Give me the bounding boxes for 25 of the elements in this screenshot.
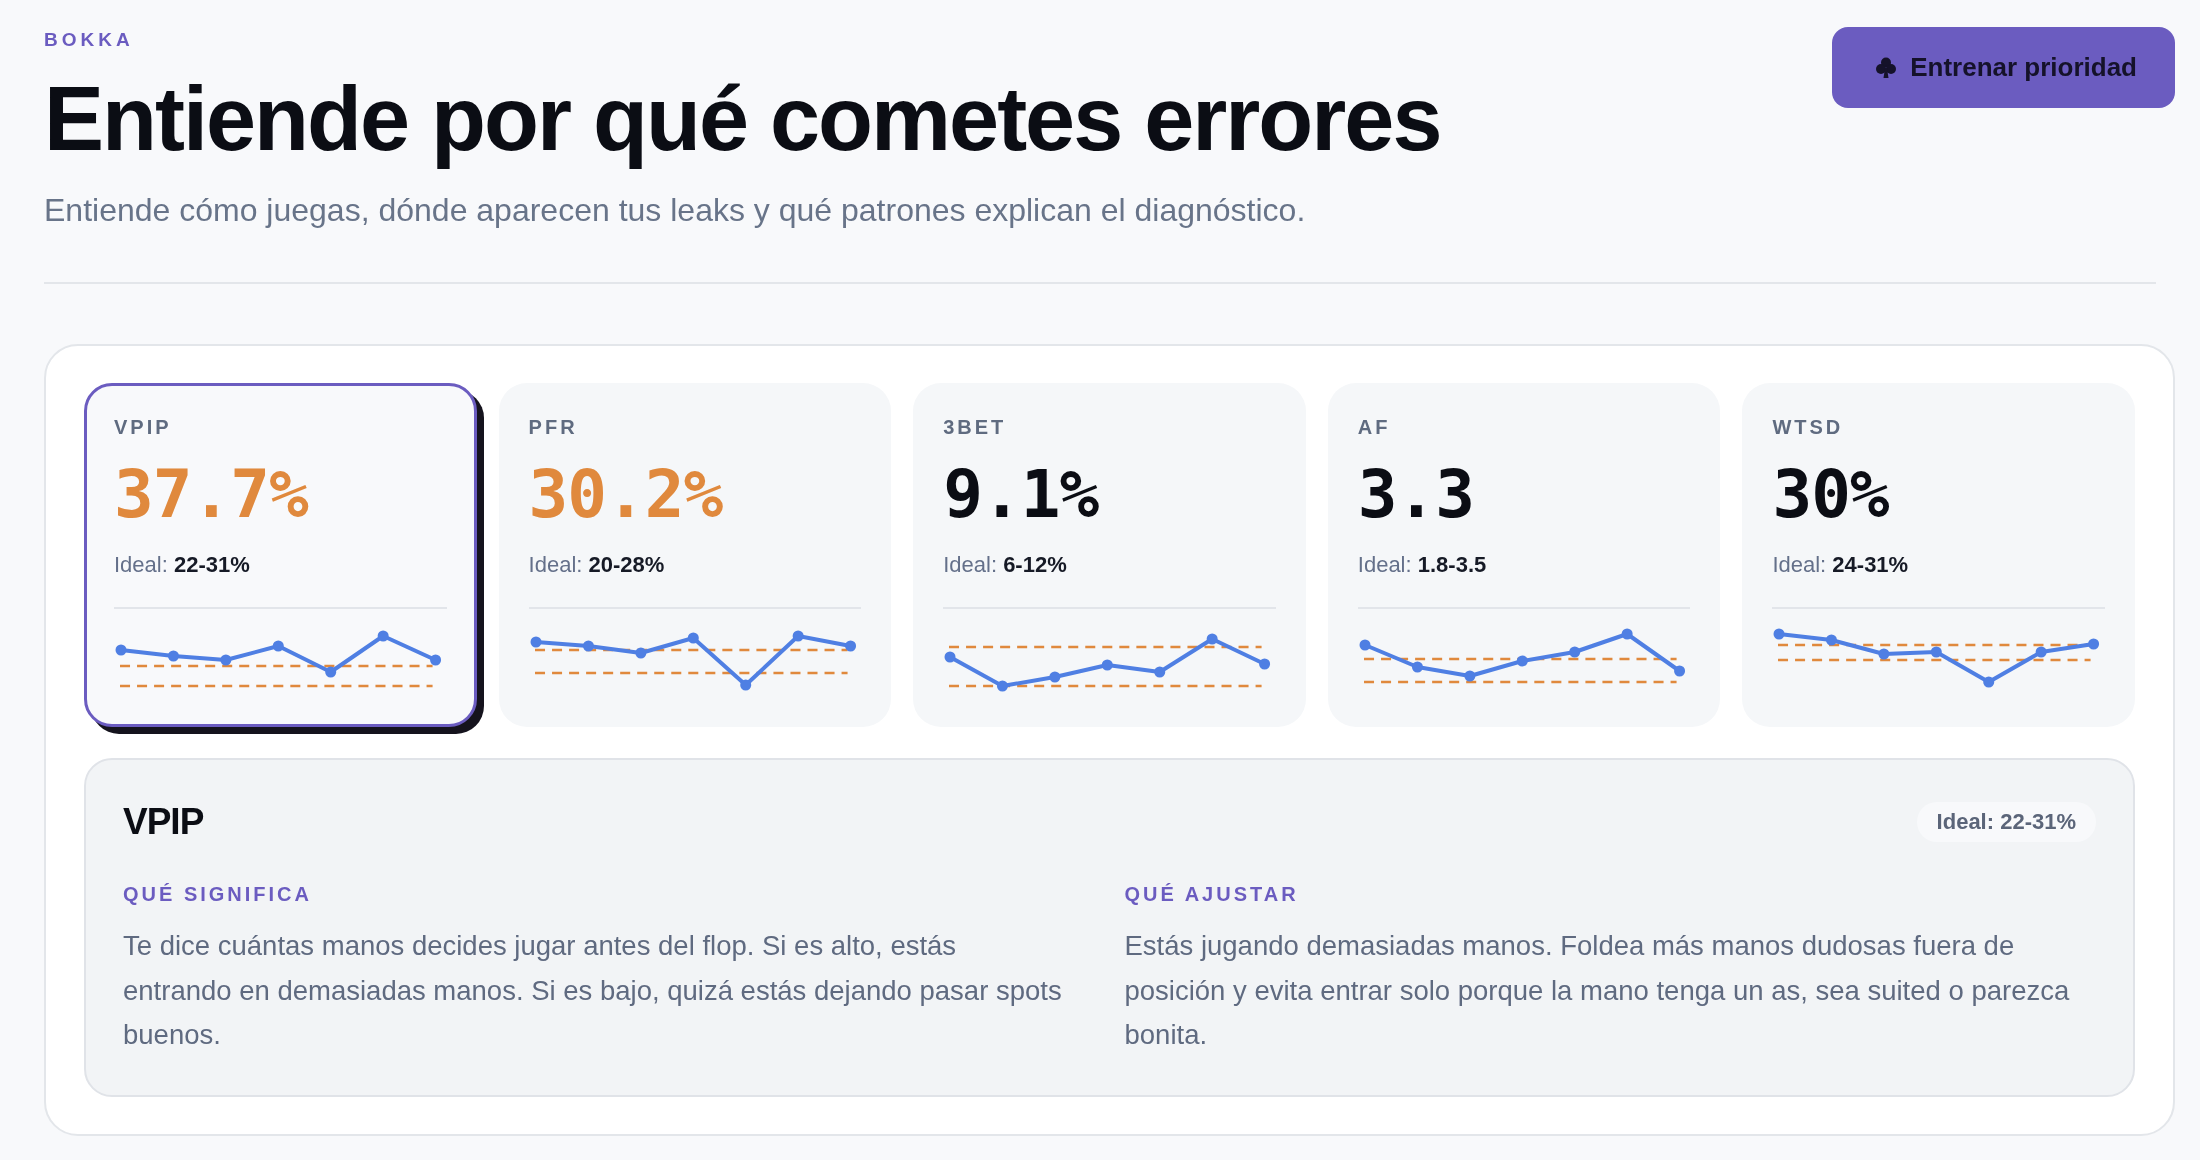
stat-value: 30% — [1772, 459, 1890, 531]
stat-value: 37.7% — [114, 459, 310, 531]
stat-label: WTSD — [1772, 415, 1845, 440]
stat-label: AF — [1357, 415, 1392, 440]
stat-label: PFR — [528, 415, 579, 440]
ideal-range-text: Ideal: 6-12% — [943, 551, 1068, 579]
section-text: Estás jugando demasiadas manos. Foldea más manos dudosas fuera de posición y evita entrar solo porque la mano tenga un as, sea suited o parezca bonita. — [1124, 929, 2071, 1052]
brand-label: BOKKA — [44, 28, 134, 52]
ideal-range-text: Ideal: 24-31% — [1772, 551, 1910, 579]
stat-value: 9.1% — [943, 459, 1100, 531]
stat-label: 3BET — [943, 415, 1008, 440]
section-text: Te dice cuántas manos decides jugar antes del flop. Si es alto, estás entrando en demasiadas manos. Si es bajo, quizá estás dejando pasar spots buenos. — [123, 929, 1063, 1052]
page-title: Entiende por qué cometes errores — [44, 69, 1441, 169]
ideal-badge: Ideal: 22-31% — [1916, 802, 2096, 842]
ideal-range-text: Ideal: 22-31% — [114, 551, 251, 579]
stat-value: 30.2% — [528, 459, 724, 531]
club-icon — [1876, 56, 1897, 79]
ideal-range-text: Ideal: 20-28% — [528, 551, 666, 579]
detail-title: VPIP — [123, 800, 204, 844]
page-subtitle: Entiende cómo juegas, dónde aparecen tus leaks y qué patrones explican el diagnóstico. — [44, 191, 1306, 230]
section-heading: QUÉ AJUSTAR — [1124, 882, 1300, 907]
section-heading: QUÉ SIGNIFICA — [123, 882, 313, 907]
ideal-range-text: Ideal: 1.8-3.5 — [1357, 551, 1488, 579]
stat-label: VPIP — [114, 415, 173, 440]
stat-value: 3.3 — [1357, 459, 1475, 531]
